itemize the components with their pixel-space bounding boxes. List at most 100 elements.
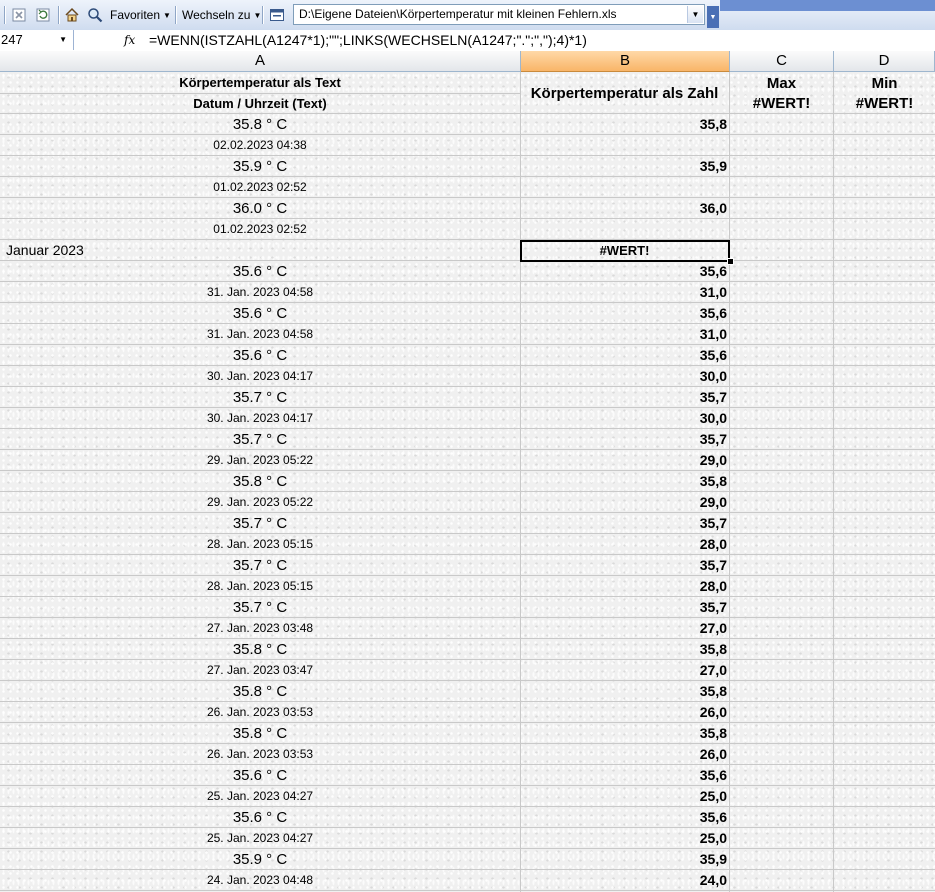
cell-b[interactable]: 31,0 — [520, 324, 729, 344]
table-row[interactable]: 35.8 ° C 35,8 — [0, 471, 935, 492]
cell-a[interactable]: 35.7 ° C — [0, 555, 520, 575]
toolbar-options-button[interactable]: ▼ — [707, 6, 719, 28]
table-row[interactable]: 36.0 ° C 36,0 — [0, 198, 935, 219]
table-row[interactable]: 28. Jan. 2023 05:15 28,0 — [0, 576, 935, 597]
table-row[interactable]: 35.6 ° C 35,6 — [0, 807, 935, 828]
name-box[interactable]: 247 ▼ — [0, 30, 74, 50]
column-header-d[interactable]: D — [834, 51, 935, 72]
table-row[interactable]: 30. Jan. 2023 04:17 30,0 — [0, 408, 935, 429]
table-row[interactable]: 35.6 ° C 35,6 — [0, 261, 935, 282]
column-header-b[interactable]: B — [521, 51, 730, 72]
cell-b[interactable]: 35,8 — [520, 639, 729, 659]
cell-a[interactable]: 29. Jan. 2023 05:22 — [0, 492, 520, 512]
table-row[interactable]: 24. Jan. 2023 04:48 24,0 — [0, 870, 935, 891]
cell-a[interactable]: 35.7 ° C — [0, 387, 520, 407]
search-button[interactable] — [87, 5, 103, 25]
cell-a[interactable]: 29. Jan. 2023 05:22 — [0, 450, 520, 470]
wechseln-menu[interactable]: Wechseln zu ▼ — [182, 5, 261, 25]
cell-a[interactable]: 35.7 ° C — [0, 597, 520, 617]
cell-a[interactable]: 02.02.2023 04:38 — [0, 135, 520, 155]
table-row[interactable]: 35.7 ° C 35,7 — [0, 597, 935, 618]
table-row[interactable]: 27. Jan. 2023 03:48 27,0 — [0, 618, 935, 639]
cell-a[interactable]: 35.9 ° C — [0, 156, 520, 176]
cell-a[interactable]: 35.6 ° C — [0, 261, 520, 281]
cell-b[interactable]: 31,0 — [520, 282, 729, 302]
table-row[interactable]: 35.9 ° C 35,9 — [0, 849, 935, 870]
active-cell-border[interactable] — [520, 240, 730, 262]
show-toolbar-button[interactable] — [269, 5, 285, 25]
favoriten-menu[interactable]: Favoriten ▼ — [110, 5, 171, 25]
chevron-down-icon[interactable]: ▼ — [59, 30, 67, 50]
cell-a[interactable]: 35.8 ° C — [0, 681, 520, 701]
table-row[interactable]: Januar 2023 #WERT! — [0, 240, 935, 261]
cell-a[interactable]: Januar 2023 — [0, 240, 520, 260]
cell-a[interactable]: 30. Jan. 2023 04:17 — [0, 408, 520, 428]
cell-b[interactable]: 35,7 — [520, 387, 729, 407]
cell-a[interactable]: 35.6 ° C — [0, 765, 520, 785]
cell-a[interactable]: 35.8 ° C — [0, 723, 520, 743]
cell-b[interactable]: 35,6 — [520, 345, 729, 365]
cell-a[interactable]: 35.6 ° C — [0, 345, 520, 365]
cell-a[interactable]: 24. Jan. 2023 04:48 — [0, 870, 520, 890]
cell-a[interactable]: 26. Jan. 2023 03:53 — [0, 702, 520, 722]
table-row[interactable]: 01.02.2023 02:52 — [0, 219, 935, 240]
cell-b[interactable]: 35,7 — [520, 429, 729, 449]
cell-b[interactable] — [520, 135, 729, 155]
table-row[interactable]: 25. Jan. 2023 04:27 25,0 — [0, 828, 935, 849]
cell-b[interactable]: 29,0 — [520, 492, 729, 512]
column-header-a[interactable]: A — [0, 51, 521, 72]
cell-a[interactable]: 25. Jan. 2023 04:27 — [0, 786, 520, 806]
formula-input[interactable]: =WENN(ISTZAHL(A1247*1);"";LINKS(WECHSELN… — [149, 30, 587, 50]
table-row[interactable]: 28. Jan. 2023 05:15 28,0 — [0, 534, 935, 555]
cell-b[interactable]: 27,0 — [520, 660, 729, 680]
cell-a[interactable]: 30. Jan. 2023 04:17 — [0, 366, 520, 386]
cell-b[interactable]: 27,0 — [520, 618, 729, 638]
cell-b[interactable]: 28,0 — [520, 576, 729, 596]
table-row[interactable]: 35.7 ° C 35,7 — [0, 555, 935, 576]
table-row[interactable]: 35.6 ° C 35,6 — [0, 345, 935, 366]
table-row[interactable]: 35.7 ° C 35,7 — [0, 429, 935, 450]
insert-function-button[interactable]: fx — [124, 30, 135, 50]
cell-b[interactable]: 28,0 — [520, 534, 729, 554]
cell-b[interactable]: 35,9 — [520, 156, 729, 176]
cell-a[interactable]: 28. Jan. 2023 05:15 — [0, 576, 520, 596]
table-row[interactable]: 35.8 ° C 35,8 — [0, 681, 935, 702]
cell-b[interactable]: 35,6 — [520, 303, 729, 323]
cell-a[interactable]: 27. Jan. 2023 03:48 — [0, 618, 520, 638]
cell-b[interactable] — [520, 219, 729, 239]
stop-button[interactable] — [11, 5, 27, 25]
cell-b[interactable]: 35,8 — [520, 471, 729, 491]
column-header-c[interactable]: C — [730, 51, 834, 72]
table-row[interactable]: 35.7 ° C 35,7 — [0, 387, 935, 408]
home-button[interactable] — [64, 5, 80, 25]
cell-a[interactable]: 31. Jan. 2023 04:58 — [0, 324, 520, 344]
cell-a[interactable]: 01.02.2023 02:52 — [0, 177, 520, 197]
table-row[interactable]: 35.8 ° C 35,8 — [0, 114, 935, 135]
cell-a[interactable]: 35.7 ° C — [0, 513, 520, 533]
table-row[interactable]: 29. Jan. 2023 05:22 29,0 — [0, 450, 935, 471]
table-row[interactable]: 25. Jan. 2023 04:27 25,0 — [0, 786, 935, 807]
cell-b[interactable]: 35,8 — [520, 114, 729, 134]
table-row[interactable]: 26. Jan. 2023 03:53 26,0 — [0, 744, 935, 765]
cell-b[interactable]: 35,6 — [520, 807, 729, 827]
cell-b[interactable]: 35,8 — [520, 723, 729, 743]
cell-a[interactable]: 27. Jan. 2023 03:47 — [0, 660, 520, 680]
cell-b[interactable]: 35,6 — [520, 765, 729, 785]
cell-b[interactable]: 30,0 — [520, 366, 729, 386]
cell-a[interactable]: 36.0 ° C — [0, 198, 520, 218]
cell-b[interactable]: 35,8 — [520, 681, 729, 701]
cell-a[interactable]: 26. Jan. 2023 03:53 — [0, 744, 520, 764]
cell-a[interactable]: 35.8 ° C — [0, 471, 520, 491]
table-row[interactable]: 01.02.2023 02:52 — [0, 177, 935, 198]
cell-a[interactable]: 31. Jan. 2023 04:58 — [0, 282, 520, 302]
cell-a[interactable]: 28. Jan. 2023 05:15 — [0, 534, 520, 554]
cell-b[interactable]: 26,0 — [520, 702, 729, 722]
cell-b[interactable] — [520, 177, 729, 197]
fill-handle[interactable] — [727, 258, 734, 265]
cell-a[interactable]: 35.8 ° C — [0, 639, 520, 659]
table-row[interactable]: 35.8 ° C 35,8 — [0, 723, 935, 744]
table-row[interactable]: 35.9 ° C 35,9 — [0, 156, 935, 177]
cell-a[interactable]: 25. Jan. 2023 04:27 — [0, 828, 520, 848]
table-row[interactable]: 35.6 ° C 35,6 — [0, 765, 935, 786]
table-row[interactable]: 26. Jan. 2023 03:53 26,0 — [0, 702, 935, 723]
